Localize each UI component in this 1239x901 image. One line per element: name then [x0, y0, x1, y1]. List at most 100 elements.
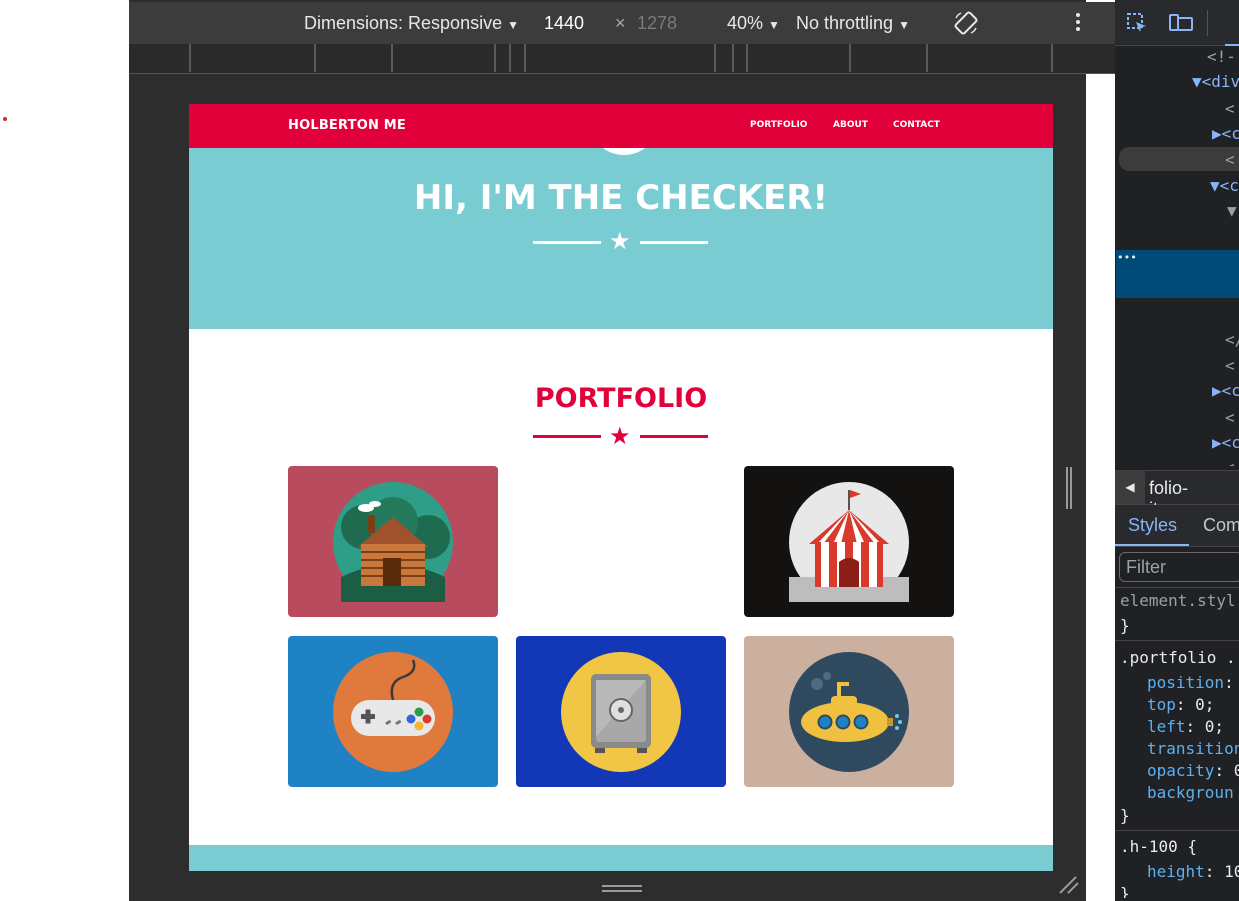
- ruler-tick: [494, 44, 496, 72]
- times-symbol: ×: [615, 13, 626, 33]
- css-property[interactable]: transition: [1147, 739, 1239, 758]
- next-section-strip: [189, 845, 1053, 871]
- dimensions-dropdown[interactable]: Dimensions: Responsive ▼: [304, 13, 519, 34]
- tab-styles[interactable]: Styles: [1128, 515, 1177, 536]
- resize-handle-right[interactable]: [1065, 467, 1073, 509]
- ruler-tick: [849, 44, 851, 72]
- width-input[interactable]: 1440: [544, 13, 584, 34]
- throttling-value: No throttling: [796, 13, 894, 33]
- hero-title: HI, I'M THE CHECKER!: [413, 178, 829, 218]
- portfolio-item-submarine[interactable]: [744, 636, 954, 787]
- caret-down-icon: ▼: [507, 18, 519, 32]
- active-tab-indicator: [1115, 544, 1189, 546]
- device-toolbar: Dimensions: Responsive ▼ 1440 × 1278 40%…: [129, 2, 1115, 44]
- dom-line[interactable]: <: [1225, 150, 1235, 169]
- css-property[interactable]: position:: [1147, 673, 1234, 692]
- dom-line[interactable]: <: [1225, 408, 1235, 427]
- breadcrumb: ◀ folio-item.m: [1115, 470, 1239, 519]
- ruler-tick: [714, 44, 716, 72]
- ruler-tick: [1051, 44, 1053, 72]
- close-brace: }: [1120, 806, 1130, 825]
- portfolio-title: PORTFOLIO: [534, 383, 708, 414]
- ruler-tick: [524, 44, 526, 72]
- divider-line: [640, 241, 708, 244]
- cabin-icon: [333, 482, 453, 602]
- portfolio-item-circus-tent[interactable]: [744, 466, 954, 617]
- css-property[interactable]: backgroun: [1147, 783, 1234, 802]
- star-icon: ★: [609, 423, 631, 450]
- throttling-dropdown[interactable]: No throttling ▼: [796, 13, 910, 34]
- emulated-viewport: HI, I'M THE CHECKER! ★ HOLBERTON ME PORT…: [189, 104, 1053, 871]
- dom-line[interactable]: ▶<c: [1212, 433, 1239, 452]
- more-vert-icon[interactable]: [1074, 11, 1082, 38]
- devtools-top-bar: [1115, 0, 1239, 46]
- dom-line[interactable]: <: [1225, 458, 1235, 466]
- dom-line[interactable]: <!-: [1207, 47, 1236, 66]
- nav-link-about[interactable]: ABOUT: [833, 120, 868, 130]
- styles-filter-input[interactable]: Filter: [1119, 552, 1239, 582]
- tab-elements[interactable]: [1225, 10, 1239, 46]
- styles-tabs: Styles Com: [1115, 505, 1239, 547]
- navbar: HOLBERTON ME PORTFOLIO ABOUT CONTACT: [189, 104, 1053, 148]
- dom-line[interactable]: ▼<div: [1192, 72, 1239, 91]
- divider: [1115, 830, 1239, 831]
- media-query-ruler[interactable]: [129, 44, 1115, 74]
- inspect-element-icon[interactable]: [1126, 12, 1148, 38]
- ruler-tick: [732, 44, 734, 72]
- divider-line: [533, 435, 601, 438]
- css-property[interactable]: top: 0;: [1147, 695, 1214, 714]
- dom-line[interactable]: <: [1225, 99, 1235, 118]
- rotate-icon[interactable]: [953, 10, 979, 41]
- dom-line[interactable]: ▼: [1227, 201, 1237, 220]
- caret-down-icon: ▼: [768, 18, 780, 32]
- height-input[interactable]: 1278: [637, 13, 677, 34]
- css-property[interactable]: height: 10: [1147, 862, 1239, 881]
- rule-selector-portfolio[interactable]: .portfolio .: [1120, 648, 1236, 667]
- tab-computed[interactable]: Com: [1203, 515, 1239, 536]
- nav-link-portfolio[interactable]: PORTFOLIO: [750, 120, 807, 130]
- selected-node-row: [1119, 147, 1239, 171]
- ruler-tick: [926, 44, 928, 72]
- portfolio-item-cabin[interactable]: [288, 466, 498, 617]
- portfolio-item-safe[interactable]: [516, 636, 726, 787]
- close-brace: }: [1120, 884, 1130, 898]
- safe-icon: [561, 652, 681, 772]
- star-icon: ★: [609, 228, 631, 255]
- dom-line[interactable]: <: [1225, 356, 1235, 375]
- dom-line[interactable]: ▼<c: [1210, 176, 1239, 195]
- stray-dot: [3, 117, 7, 121]
- ruler-tick: [314, 44, 316, 72]
- divider-line: [640, 435, 708, 438]
- caret-down-icon: ▼: [898, 18, 910, 32]
- portfolio-item-game-controller[interactable]: [288, 636, 498, 787]
- ruler-tick: [189, 44, 191, 72]
- close-brace: }: [1120, 616, 1130, 635]
- divider-line: [533, 241, 601, 244]
- circus-tent-icon: [789, 482, 909, 602]
- divider: [1115, 640, 1239, 641]
- css-property[interactable]: left: 0;: [1147, 717, 1224, 736]
- rule-selector-h100[interactable]: .h-100 {: [1120, 837, 1197, 856]
- hero-section: HI, I'M THE CHECKER! ★: [189, 108, 1053, 329]
- dimensions-label: Dimensions: Responsive: [304, 13, 503, 33]
- dom-line[interactable]: </: [1225, 330, 1239, 349]
- device-toolbar-icon[interactable]: [1168, 12, 1194, 38]
- chevron-left-icon[interactable]: ◀: [1115, 471, 1145, 504]
- submarine-icon: [789, 652, 909, 772]
- ruler-tick: [746, 44, 748, 72]
- element-style-selector[interactable]: element.styl: [1120, 591, 1236, 610]
- game-controller-icon: [333, 652, 453, 772]
- ruler-tick: [391, 44, 393, 72]
- dom-line[interactable]: ▶<c: [1212, 124, 1239, 143]
- dom-line[interactable]: ▶<c: [1212, 381, 1239, 400]
- nav-link-contact[interactable]: CONTACT: [893, 120, 940, 130]
- divider: [1115, 587, 1239, 588]
- zoom-value: 40%: [727, 13, 764, 33]
- resize-corner-icon[interactable]: [1058, 875, 1080, 895]
- resize-handle-bottom[interactable]: [602, 881, 642, 892]
- devtools-panel: <!- ▼<div < ▶<c < ▼<c ▼ ••• </ < ▶<c < ▶…: [1115, 0, 1239, 901]
- zoom-dropdown[interactable]: 40% ▼: [727, 13, 780, 34]
- node-actions-ellipsis[interactable]: •••: [1117, 251, 1137, 264]
- brand-link[interactable]: HOLBERTON ME: [288, 118, 406, 133]
- css-property[interactable]: opacity: 0: [1147, 761, 1239, 780]
